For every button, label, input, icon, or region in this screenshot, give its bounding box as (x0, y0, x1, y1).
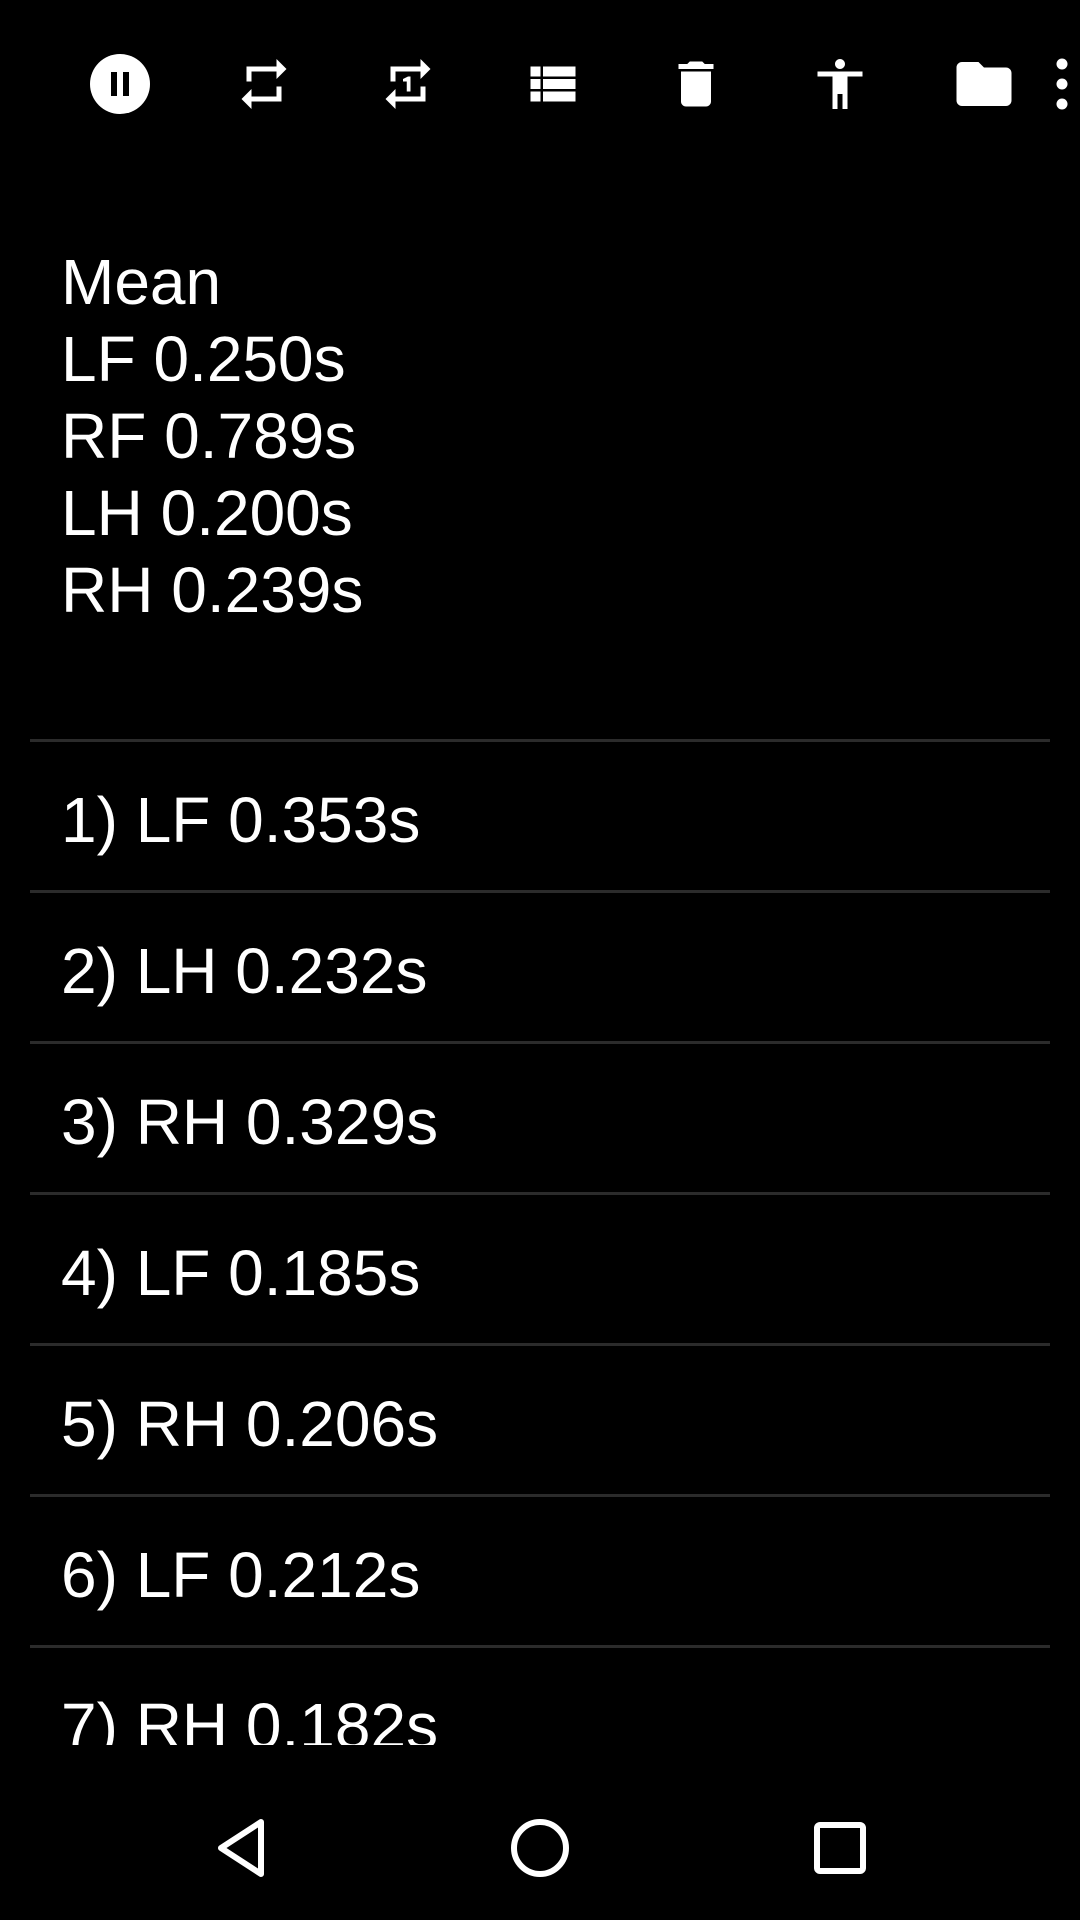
mean-line-lh: LH 0.200s (61, 477, 353, 549)
repeat-one-icon[interactable] (372, 48, 444, 120)
recents-icon[interactable] (790, 1798, 890, 1898)
mean-line-rf: RF 0.789s (61, 400, 357, 472)
back-icon[interactable] (191, 1798, 291, 1898)
list-icon[interactable] (517, 48, 589, 120)
accessibility-icon[interactable] (804, 48, 876, 120)
folder-icon[interactable] (948, 48, 1020, 120)
list-item-text: 2) LH 0.232s (61, 935, 428, 1007)
mean-line-lf: LF 0.250s (61, 323, 346, 395)
system-navigation-bar (0, 1776, 1080, 1920)
list-item[interactable]: 5) RH 0.206s (30, 1343, 1050, 1494)
list-item[interactable]: 2) LH 0.232s (30, 890, 1050, 1041)
list-item-text: 1) LF 0.353s (61, 784, 421, 856)
pause-icon[interactable] (84, 48, 156, 120)
action-toolbar (0, 0, 1080, 168)
mean-heading: Mean (61, 246, 222, 318)
list-item[interactable]: 4) LF 0.185s (30, 1192, 1050, 1343)
list-item-text: 5) RH 0.206s (61, 1388, 439, 1460)
list-item[interactable]: 7) RH 0.182s (30, 1645, 1050, 1745)
step-list[interactable]: 1) LF 0.353s 2) LH 0.232s 3) RH 0.329s 4… (30, 739, 1050, 1745)
home-icon[interactable] (490, 1798, 590, 1898)
list-item-text: 3) RH 0.329s (61, 1086, 439, 1158)
list-item-text: 6) LF 0.212s (61, 1539, 421, 1611)
list-item-text: 4) LF 0.185s (61, 1237, 421, 1309)
list-item-text: 7) RH 0.182s (61, 1690, 439, 1745)
mean-summary: Mean LF 0.250s RF 0.789s LH 0.200s RH 0.… (61, 244, 363, 629)
mean-line-rh: RH 0.239s (61, 554, 364, 626)
list-item[interactable]: 6) LF 0.212s (30, 1494, 1050, 1645)
list-item[interactable]: 3) RH 0.329s (30, 1041, 1050, 1192)
more-options-icon[interactable] (1040, 48, 1080, 120)
list-item[interactable]: 1) LF 0.353s (30, 739, 1050, 890)
delete-icon[interactable] (660, 48, 732, 120)
repeat-icon[interactable] (228, 48, 300, 120)
